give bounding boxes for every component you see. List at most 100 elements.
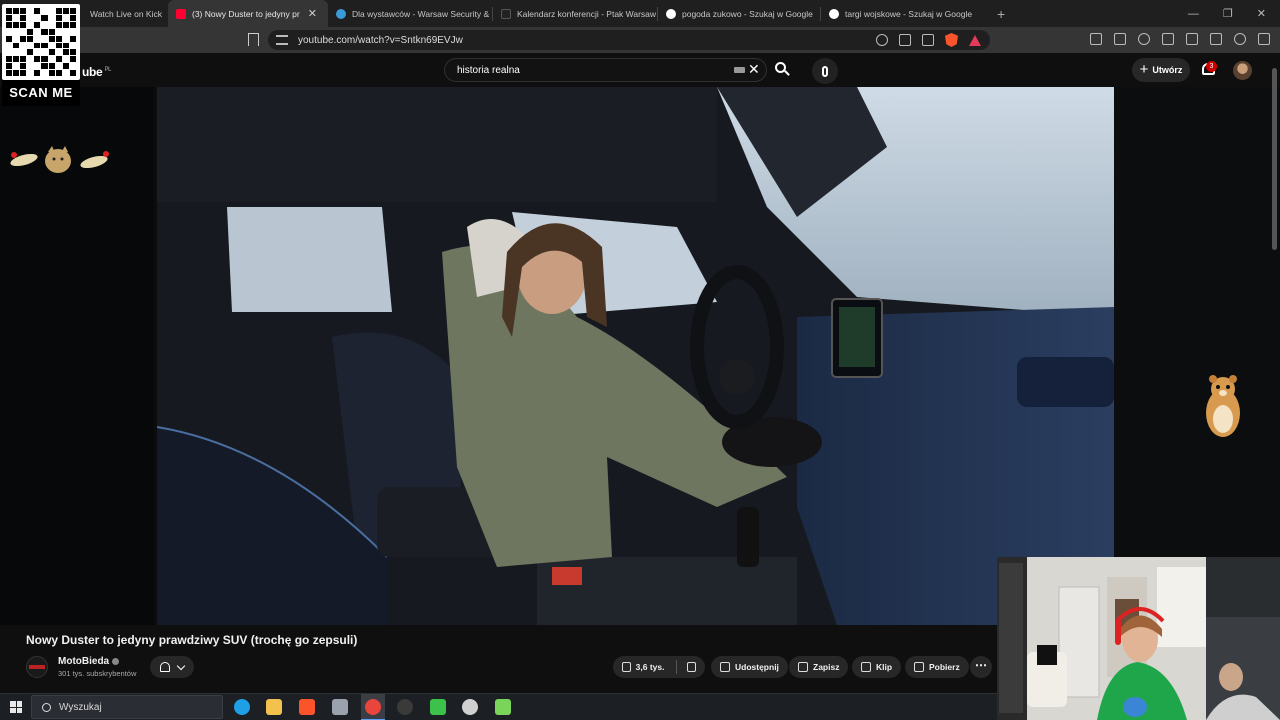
youtube-logo[interactable]: ube PL <box>82 65 111 79</box>
download-action: Pobierz <box>905 656 969 678</box>
tab-google-targi[interactable]: targi wojskowe - Szukaj w Google <box>821 0 983 27</box>
clip-label: Klip <box>876 662 893 672</box>
url-text: youtube.com/watch?v=Sntkn69EVJw <box>298 34 463 46</box>
tab-title: Watch Live on Kick <box>90 8 162 19</box>
brave-rewards-icon[interactable] <box>969 34 981 46</box>
channel-name-text: MotoBieda <box>58 656 110 667</box>
logo-text: ube <box>82 65 103 79</box>
create-label: Utwórz <box>1152 65 1183 75</box>
search-icon[interactable] <box>775 62 790 76</box>
music-icon[interactable] <box>1138 33 1150 45</box>
search-input[interactable]: historia realna <box>444 58 767 82</box>
chrome-icon[interactable] <box>365 699 381 715</box>
cast-icon[interactable] <box>899 34 911 46</box>
menu-icon[interactable] <box>1258 33 1270 45</box>
new-tab-button[interactable]: + <box>997 6 1005 22</box>
reading-list-icon[interactable] <box>1162 33 1174 45</box>
like-count[interactable]: 3,6 tys. <box>636 662 665 672</box>
channel-avatar[interactable] <box>26 656 48 678</box>
close-window-button[interactable]: ✕ <box>1257 7 1266 20</box>
tab-title: pogoda zukowo - Szukaj w Google <box>682 8 813 19</box>
tab-google-pogoda[interactable]: pogoda zukowo - Szukaj w Google <box>658 0 820 27</box>
tab-strip: Watch Live on Kick (3) Nowy Duster to je… <box>0 0 1280 27</box>
channel-name[interactable]: MotoBieda <box>58 656 120 667</box>
subscription-bell-button[interactable] <box>150 656 194 678</box>
search-icon <box>42 702 51 712</box>
site-favicon-icon <box>501 8 511 19</box>
like-dislike-pill: 3,6 tys. <box>613 656 705 678</box>
keyboard-icon[interactable] <box>734 67 745 73</box>
share-label: Udostępnij <box>735 662 779 672</box>
wallet-icon[interactable] <box>1186 33 1198 45</box>
download-icon <box>914 662 924 672</box>
extensions-icon[interactable] <box>1090 33 1102 45</box>
webcam-side-image <box>1206 557 1280 720</box>
file-explorer-icon[interactable] <box>266 699 282 715</box>
taskbar-search-input[interactable]: Wyszukaj <box>31 695 223 719</box>
search-query: historia realna <box>457 64 520 76</box>
thumbs-up-icon[interactable] <box>622 662 631 672</box>
sidebar-icon[interactable] <box>1114 33 1126 45</box>
tab-title: (3) Nowy Duster to jedyny pr <box>192 8 300 19</box>
verified-icon <box>112 657 120 665</box>
scan-me-label: SCAN ME <box>2 80 80 106</box>
logo-region: PL <box>104 67 112 73</box>
download-label: Pobierz <box>929 662 960 672</box>
clip-button[interactable]: Klip <box>852 656 902 678</box>
tab-title: Dla wystawców - Warsaw Security & <box>352 8 490 19</box>
brave-icon[interactable] <box>299 699 315 715</box>
youtube-favicon-icon <box>176 8 186 19</box>
settings-icon[interactable] <box>462 699 478 715</box>
thumbs-down-icon[interactable] <box>687 662 696 672</box>
tab-title: Kalendarz konferencji - Ptak Warsaw <box>517 8 657 19</box>
subscriber-count: 301 tys. subskrybentów <box>58 669 137 678</box>
app-tool-icon[interactable] <box>495 699 511 715</box>
site-info-icon[interactable] <box>276 35 288 45</box>
obs-icon[interactable] <box>397 699 413 715</box>
edge-icon[interactable] <box>234 699 250 715</box>
minimize-button[interactable]: — <box>1188 8 1199 20</box>
hamster-emote-icon <box>1206 375 1240 437</box>
address-bar-row: youtube.com/watch?v=Sntkn69EVJw <box>0 27 1280 53</box>
windows-start-icon[interactable] <box>10 701 22 713</box>
video-player[interactable] <box>157 87 1114 625</box>
more-actions-button[interactable]: ⋯ <box>970 656 992 678</box>
bookmark-icon[interactable] <box>248 33 259 46</box>
video-title: Nowy Duster to jedyny prawdziwy SUV (tro… <box>26 633 358 647</box>
zoom-icon[interactable] <box>876 34 888 46</box>
webcam-feed <box>997 557 1206 720</box>
share-icon <box>720 662 730 672</box>
save-action: Zapisz <box>789 656 849 678</box>
share-icon[interactable] <box>922 34 934 46</box>
tab-youtube[interactable]: (3) Nowy Duster to jedyny pr ✕ <box>168 0 328 27</box>
leo-ai-icon[interactable] <box>1210 33 1222 45</box>
divider <box>675 660 677 674</box>
voice-search-button[interactable] <box>812 58 838 84</box>
webcam-side-panel <box>1206 557 1280 720</box>
plus-icon: + <box>1139 60 1149 78</box>
brave-shields-icon[interactable] <box>945 33 958 47</box>
tab-title: targi wojskowe - Szukaj w Google <box>845 8 973 19</box>
restore-button[interactable]: ❐ <box>1223 7 1233 20</box>
clear-search-icon[interactable]: ✕ <box>748 61 760 77</box>
video-frame <box>157 87 1114 625</box>
save-button[interactable]: Zapisz <box>789 656 849 678</box>
like-dislike-group: 3,6 tys. <box>613 656 705 678</box>
close-tab-icon[interactable]: ✕ <box>308 7 317 20</box>
tab-warsaw-security[interactable]: Dla wystawców - Warsaw Security & <box>328 0 492 27</box>
site-favicon-icon <box>336 8 346 19</box>
streaming-icon[interactable] <box>430 699 446 715</box>
save-label: Zapisz <box>813 662 840 672</box>
tab-ptak-warsaw[interactable]: Kalendarz konferencji - Ptak Warsaw <box>493 0 657 27</box>
page-scrollbar[interactable] <box>1272 68 1277 250</box>
create-button[interactable]: + Utwórz <box>1132 58 1190 82</box>
avatar[interactable] <box>1233 61 1252 80</box>
app-icon[interactable] <box>332 699 348 715</box>
cat-emote-icon <box>10 146 109 173</box>
share-button[interactable]: Udostępnij <box>711 656 788 678</box>
qr-code-pattern <box>6 8 76 76</box>
vpn-icon[interactable] <box>1234 33 1246 45</box>
download-button[interactable]: Pobierz <box>905 656 969 678</box>
extension-toolbar <box>1090 33 1270 45</box>
url-actions <box>876 33 981 47</box>
